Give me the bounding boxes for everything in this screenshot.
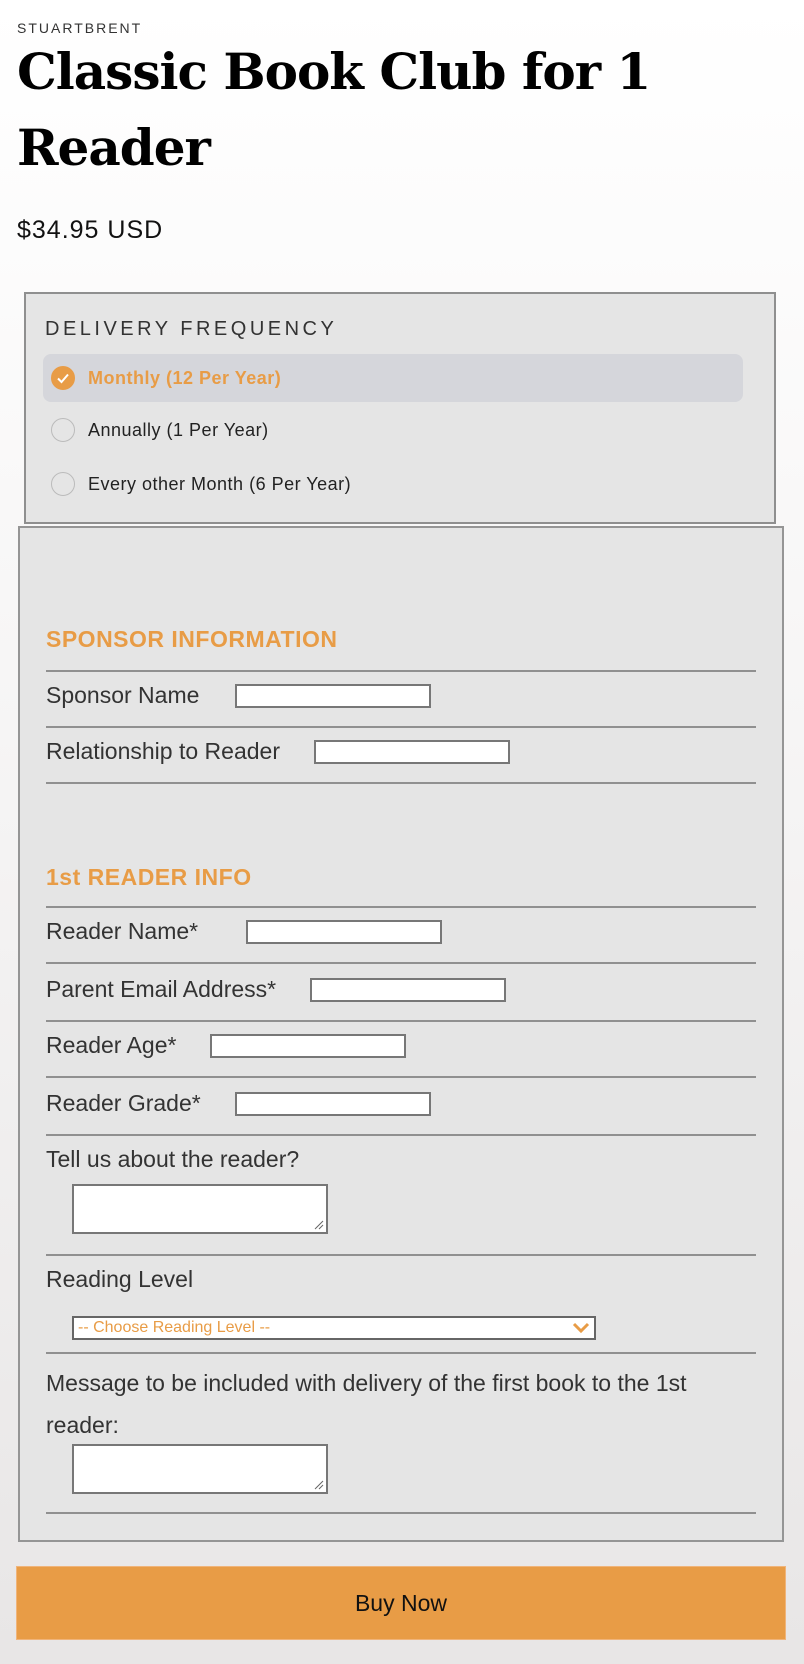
parent-email-input[interactable]: [310, 977, 507, 1002]
checkmark-icon: [51, 366, 75, 390]
field-label: Relationship to Reader: [46, 738, 280, 764]
relationship-row: Relationship to Reader: [46, 738, 510, 765]
reader-name-row: Reader Name*: [46, 918, 443, 945]
option-label: Annually (1 Per Year): [88, 419, 269, 440]
reader-heading: 1st READER INFO: [46, 864, 252, 890]
product-title: Classic Book Club for 1 Reader: [17, 42, 651, 177]
field-label: Message to be included with delivery of …: [46, 1370, 687, 1438]
divider: [46, 1254, 756, 1256]
divider: [46, 1020, 756, 1022]
message-textarea[interactable]: [72, 1444, 328, 1494]
delivery-frequency-legend: DELIVERY FREQUENCY: [45, 318, 338, 340]
sponsor-name-input[interactable]: [235, 683, 432, 708]
field-label: Reader Age*: [46, 1032, 177, 1058]
reader-age-input[interactable]: [210, 1033, 407, 1058]
delivery-frequency-group: DELIVERY FREQUENCY Monthly (12 Per Year)…: [24, 292, 776, 524]
divider: [46, 1512, 756, 1514]
radio-empty-icon: [51, 472, 75, 496]
buy-now-button[interactable]: Buy Now: [16, 1566, 786, 1640]
frequency-option-monthly[interactable]: Monthly (12 Per Year): [43, 354, 743, 402]
frequency-option-annually[interactable]: Annually (1 Per Year): [43, 406, 743, 454]
relationship-input[interactable]: [313, 739, 510, 764]
sponsor-name-row: Sponsor Name: [46, 682, 432, 709]
field-label: Reader Name*: [46, 918, 199, 944]
reading-level-row: Reading Level: [46, 1266, 193, 1293]
divider: [46, 726, 756, 728]
reader-name-input[interactable]: [246, 919, 443, 944]
about-reader-textarea[interactable]: [72, 1184, 328, 1234]
radio-empty-icon: [51, 418, 75, 442]
reader-age-row: Reader Age*: [46, 1032, 407, 1059]
about-reader-row: Tell us about the reader?: [46, 1146, 299, 1173]
divider: [46, 906, 756, 908]
selected-value: -- Choose Reading Level --: [78, 1319, 271, 1336]
resize-grip-icon[interactable]: [312, 1478, 324, 1490]
divider: [46, 1352, 756, 1354]
option-label: Every other Month (6 Per Year): [88, 473, 352, 494]
divider: [46, 962, 756, 964]
divider: [46, 1134, 756, 1136]
divider: [46, 1076, 756, 1078]
option-label: Monthly (12 Per Year): [88, 367, 282, 388]
message-row: Message to be included with delivery of …: [46, 1362, 706, 1446]
field-label: Reader Grade*: [46, 1090, 201, 1116]
chevron-down-icon: [572, 1322, 590, 1334]
product-price: $34.95 USD: [17, 216, 164, 244]
divider: [46, 670, 756, 672]
subscription-form: SPONSOR INFORMATION Sponsor Name Relatio…: [18, 526, 784, 1542]
field-label: Reading Level: [46, 1266, 194, 1292]
field-label: Tell us about the reader?: [46, 1146, 300, 1172]
reader-grade-row: Reader Grade*: [46, 1090, 431, 1117]
field-label: Sponsor Name: [46, 682, 200, 708]
frequency-option-every-other-month[interactable]: Every other Month (6 Per Year): [43, 460, 743, 508]
resize-grip-icon[interactable]: [312, 1218, 324, 1230]
parent-email-row: Parent Email Address*: [46, 976, 507, 1003]
reader-grade-input[interactable]: [234, 1091, 431, 1116]
divider: [46, 782, 756, 784]
reading-level-select[interactable]: -- Choose Reading Level --: [72, 1316, 596, 1340]
field-label: Parent Email Address*: [46, 976, 277, 1002]
sponsor-heading: SPONSOR INFORMATION: [46, 626, 338, 652]
